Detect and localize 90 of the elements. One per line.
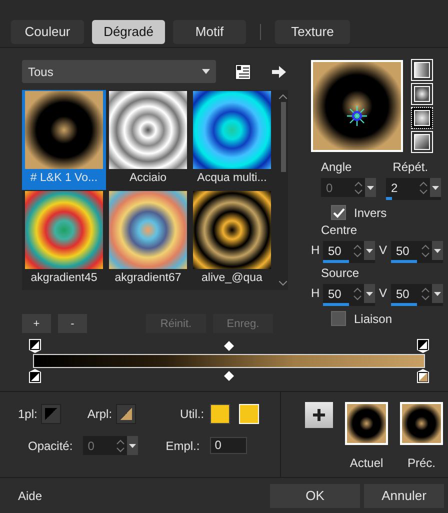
- add-button[interactable]: [305, 402, 333, 428]
- stop-marker-icon[interactable]: [28, 368, 42, 384]
- category-dropdown[interactable]: Tous: [22, 60, 216, 83]
- field-label: Empl.:: [166, 438, 200, 452]
- spin-arrows-icon: [419, 180, 428, 194]
- field-label: Arpl:: [87, 407, 112, 421]
- caret-icon: [367, 186, 374, 190]
- axis-label: V: [379, 285, 388, 302]
- dialog-button[interactable]: Annuler: [364, 484, 444, 508]
- gradient-name: akgradient67: [114, 272, 182, 284]
- gradient-name: Acqua multi...: [197, 172, 267, 184]
- thumbnail-label: Actuel: [350, 456, 384, 470]
- gradient-bar[interactable]: [33, 354, 425, 368]
- invert-checkbox[interactable]: Invers: [331, 205, 441, 220]
- stop-marker-icon[interactable]: [416, 368, 430, 384]
- slider-fill[interactable]: [391, 260, 417, 263]
- caret-icon: [128, 444, 136, 448]
- number-field[interactable]: 50: [323, 241, 375, 260]
- color-swatch[interactable]: [210, 404, 230, 424]
- caret-icon: [434, 292, 441, 296]
- caret-icon: [434, 248, 441, 252]
- gradient-thumbnail[interactable]: [400, 402, 443, 445]
- dialog-button[interactable]: OK: [270, 484, 360, 508]
- spin-arrows-icon: [353, 244, 362, 258]
- field-label: Opacité:: [28, 438, 73, 452]
- axis-label: H: [311, 285, 321, 302]
- section-label: Centre: [321, 223, 358, 237]
- library-button[interactable]: +: [22, 314, 51, 333]
- gradient-item[interactable]: Acciaio: [106, 90, 190, 190]
- number-field[interactable]: 50: [391, 284, 443, 303]
- midpoint-icon[interactable]: [224, 341, 234, 351]
- check-icon: [332, 208, 344, 218]
- slider-fill[interactable]: [323, 303, 349, 306]
- gradient-item[interactable]: akgradient67: [106, 190, 190, 290]
- spin-arrows-icon: [116, 438, 125, 452]
- style-button[interactable]: [412, 132, 432, 152]
- list-icon[interactable]: [235, 64, 251, 80]
- spin-arrows-icon: [421, 244, 430, 258]
- slider-fill[interactable]: [391, 303, 417, 306]
- color-swatch[interactable]: [41, 404, 62, 424]
- gradient-name: Acciaio: [129, 172, 167, 184]
- tab[interactable]: Motif: [173, 20, 246, 44]
- tab[interactable]: Dégradé: [92, 20, 165, 44]
- library-button[interactable]: -: [58, 314, 87, 333]
- plus-icon: [313, 409, 325, 421]
- style-button[interactable]: [412, 84, 432, 104]
- section-label: Source: [321, 266, 360, 280]
- scroll-thumb[interactable]: [280, 102, 286, 172]
- scroll-down-icon: [279, 281, 287, 286]
- caret-icon: [432, 186, 439, 190]
- tab[interactable]: Texture: [275, 20, 350, 44]
- caret-icon: [202, 69, 210, 74]
- tab[interactable]: Couleur: [11, 20, 84, 44]
- thumbnail-label: Préc.: [407, 456, 436, 470]
- field-label: 1pl:: [18, 407, 38, 421]
- axis-label: H: [311, 242, 321, 259]
- scroll-up-icon: [279, 94, 287, 99]
- help-link[interactable]: Aide: [18, 488, 42, 502]
- number-field[interactable]: 2: [386, 178, 441, 197]
- field-label: Angle: [321, 160, 352, 174]
- spin-arrows-icon: [354, 180, 363, 194]
- caret-icon: [366, 292, 373, 296]
- midpoint-icon[interactable]: [224, 371, 234, 381]
- axis-label: V: [379, 242, 388, 259]
- arrow-right-icon[interactable]: [272, 66, 286, 78]
- field-label: Répét.: [392, 160, 428, 174]
- gradient-name: akgradient45: [30, 272, 98, 284]
- center-marker-icon: [346, 105, 368, 127]
- number-field[interactable]: 0: [210, 437, 247, 454]
- gradient-item[interactable]: Acqua multi...: [190, 90, 274, 190]
- gradient-item[interactable]: akgradient45: [22, 190, 106, 290]
- style-button[interactable]: [412, 108, 432, 128]
- slider-fill[interactable]: [323, 260, 349, 263]
- spin-arrows-icon: [421, 286, 430, 300]
- gradient-item[interactable]: alive_@qua: [190, 190, 274, 290]
- gradient-thumbnail[interactable]: [345, 402, 388, 445]
- caret-icon: [366, 248, 373, 252]
- number-field[interactable]: 50: [323, 284, 375, 303]
- link-checkbox[interactable]: Liaison: [331, 311, 441, 326]
- gradient-item[interactable]: # L&K 1 Vo...: [22, 90, 106, 190]
- field-label: Util.:: [180, 407, 204, 421]
- color-swatch[interactable]: [116, 404, 136, 424]
- gradient-name: # L&K 1 Vo...: [30, 172, 98, 184]
- slider-fill[interactable]: [386, 197, 392, 200]
- number-field[interactable]: 50: [391, 241, 443, 260]
- spin-arrows-icon: [353, 286, 362, 300]
- gradient-name: alive_@qua: [202, 272, 262, 284]
- stop-marker-icon[interactable]: [416, 338, 430, 354]
- stop-marker-icon[interactable]: [28, 338, 42, 354]
- style-button[interactable]: [412, 60, 432, 80]
